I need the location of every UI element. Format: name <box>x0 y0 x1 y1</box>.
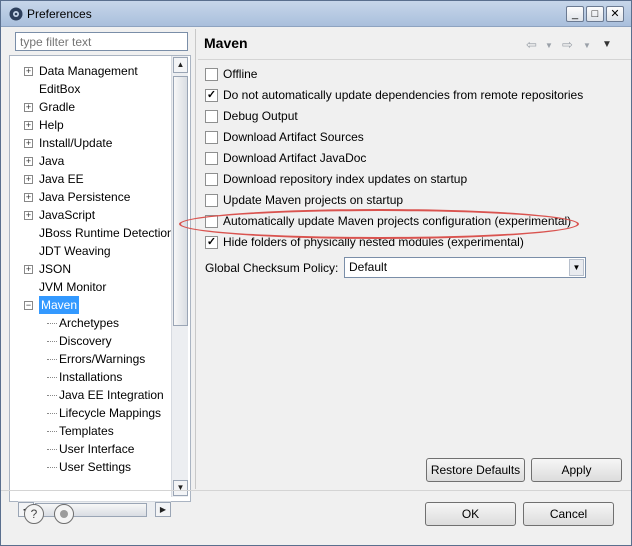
tree-item-label: Java Persistence <box>39 190 131 204</box>
restore-defaults-button[interactable]: Restore Defaults <box>426 458 525 482</box>
expand-icon[interactable]: + <box>24 193 33 202</box>
collapse-icon[interactable]: − <box>24 301 33 310</box>
checkbox-checked[interactable]: ✓ <box>205 89 218 102</box>
vertical-scroll-thumb[interactable] <box>173 76 188 326</box>
checkbox-unchecked[interactable] <box>205 152 218 165</box>
footer-separator <box>1 490 631 491</box>
horizontal-scroll-thumb[interactable] <box>35 503 147 517</box>
tree-item-label: JVM Monitor <box>39 280 107 294</box>
back-menu-icon[interactable]: ▼ <box>545 41 553 50</box>
option-label: Download Artifact JavaDoc <box>223 151 367 165</box>
apply-button[interactable]: Apply <box>531 458 622 482</box>
option-label: Debug Output <box>223 109 298 123</box>
checksum-policy-select[interactable]: Default ▼ <box>344 257 586 278</box>
tree-child-label: User Interface <box>59 442 135 456</box>
scroll-right-icon[interactable]: ▶ <box>155 502 171 517</box>
forward-arrow-icon[interactable]: ⇨ <box>562 37 573 53</box>
highlight-annotation-oval <box>179 209 579 239</box>
tree-connector <box>47 341 57 342</box>
import-export-icon[interactable] <box>54 504 74 524</box>
page-title: Maven <box>204 35 248 51</box>
tree-item-label: Maven <box>39 296 80 314</box>
checkbox-unchecked[interactable] <box>205 194 218 207</box>
tree-item-label: Install/Update <box>39 136 113 150</box>
tree-item-label: Java EE <box>39 172 84 186</box>
checkbox-unchecked[interactable] <box>205 68 218 81</box>
app-gear-icon <box>9 7 23 21</box>
preferences-window: Preferences _ □ ✕ + Data Management EditBo… <box>0 0 632 546</box>
tree-vertical-scrollbar[interactable]: ▲ ▼ <box>171 56 188 497</box>
tree-item-label: Data Management <box>39 64 138 78</box>
window-title: Preferences <box>27 7 92 21</box>
option-label: Download Artifact Sources <box>223 130 364 144</box>
maximize-button[interactable]: □ <box>586 6 604 22</box>
expand-icon[interactable]: + <box>24 157 33 166</box>
tree-child-label: Archetypes <box>59 316 120 330</box>
help-icon[interactable]: ? <box>24 504 44 524</box>
checksum-policy-value: Default <box>349 260 388 274</box>
tree-item-label: Help <box>39 118 64 132</box>
tree-connector <box>47 359 57 360</box>
tree-item-label: JDT Weaving <box>39 244 111 258</box>
header-separator <box>198 59 631 60</box>
option-label: Update Maven projects on startup <box>223 193 404 207</box>
expand-icon[interactable]: + <box>24 211 33 220</box>
title-bar[interactable]: Preferences _ □ ✕ <box>1 1 631 27</box>
tree-child-label: Errors/Warnings <box>59 352 146 366</box>
dropdown-arrow-icon[interactable]: ▼ <box>569 259 584 276</box>
cancel-button[interactable]: Cancel <box>523 502 614 526</box>
checksum-policy-label: Global Checksum Policy: <box>205 261 339 275</box>
tree-connector <box>47 323 57 324</box>
close-button[interactable]: ✕ <box>606 6 624 22</box>
preferences-tree: + Data Management EditBox + Gradle + Help + Inst… <box>9 55 191 502</box>
tree-connector <box>47 449 57 450</box>
scroll-down-icon[interactable]: ▼ <box>173 480 188 496</box>
tree-child-label: Discovery <box>59 334 112 348</box>
tree-item-label: JavaScript <box>39 208 96 222</box>
checkbox-unchecked[interactable] <box>205 131 218 144</box>
expand-icon[interactable]: + <box>24 265 33 274</box>
minimize-button[interactable]: _ <box>566 6 584 22</box>
forward-menu-icon[interactable]: ▼ <box>583 41 591 50</box>
filter-input[interactable] <box>15 32 188 51</box>
expand-icon[interactable]: + <box>24 103 33 112</box>
tree-child-label: Installations <box>59 370 123 384</box>
tree-item-label: Java <box>39 154 65 168</box>
tree-item-label: EditBox <box>39 82 81 96</box>
tree-child-label: Templates <box>59 424 114 438</box>
preferences-nav-pane: + Data Management EditBox + Gradle + Help + Inst… <box>9 31 193 517</box>
checkbox-unchecked[interactable] <box>205 110 218 123</box>
tree-item-label: JSON <box>39 262 72 276</box>
expand-icon[interactable]: + <box>24 139 33 148</box>
maven-preferences-page: Maven ⇦ ▼ ⇨ ▼ ▼ Offline ✓ Do not automatic… <box>179 29 631 489</box>
tree-child-label: User Settings <box>59 460 132 474</box>
checkbox-checked[interactable]: ✓ <box>205 236 218 249</box>
tree-connector <box>47 431 57 432</box>
tree-connector <box>47 467 57 468</box>
tree-connector <box>47 377 57 378</box>
option-label: Offline <box>223 67 258 81</box>
back-arrow-icon[interactable]: ⇦ <box>526 37 537 53</box>
tree-child-label: Java EE Integration <box>59 388 164 402</box>
tree-child-label: Lifecycle Mappings <box>59 406 162 420</box>
tree-item-label: JBoss Runtime Detection <box>39 226 174 240</box>
ok-button[interactable]: OK <box>425 502 516 526</box>
scroll-up-icon[interactable]: ▲ <box>173 57 188 73</box>
tree-connector <box>47 413 57 414</box>
expand-icon[interactable]: + <box>24 175 33 184</box>
tree-item-label: Gradle <box>39 100 76 114</box>
option-label: Download repository index updates on sta… <box>223 172 468 186</box>
option-label: Do not automatically update dependencies… <box>223 88 584 102</box>
tree-connector <box>47 395 57 396</box>
expand-icon[interactable]: + <box>24 121 33 130</box>
checkbox-unchecked[interactable] <box>205 173 218 186</box>
expand-icon[interactable]: + <box>24 67 33 76</box>
view-menu-icon[interactable]: ▼ <box>602 39 612 50</box>
